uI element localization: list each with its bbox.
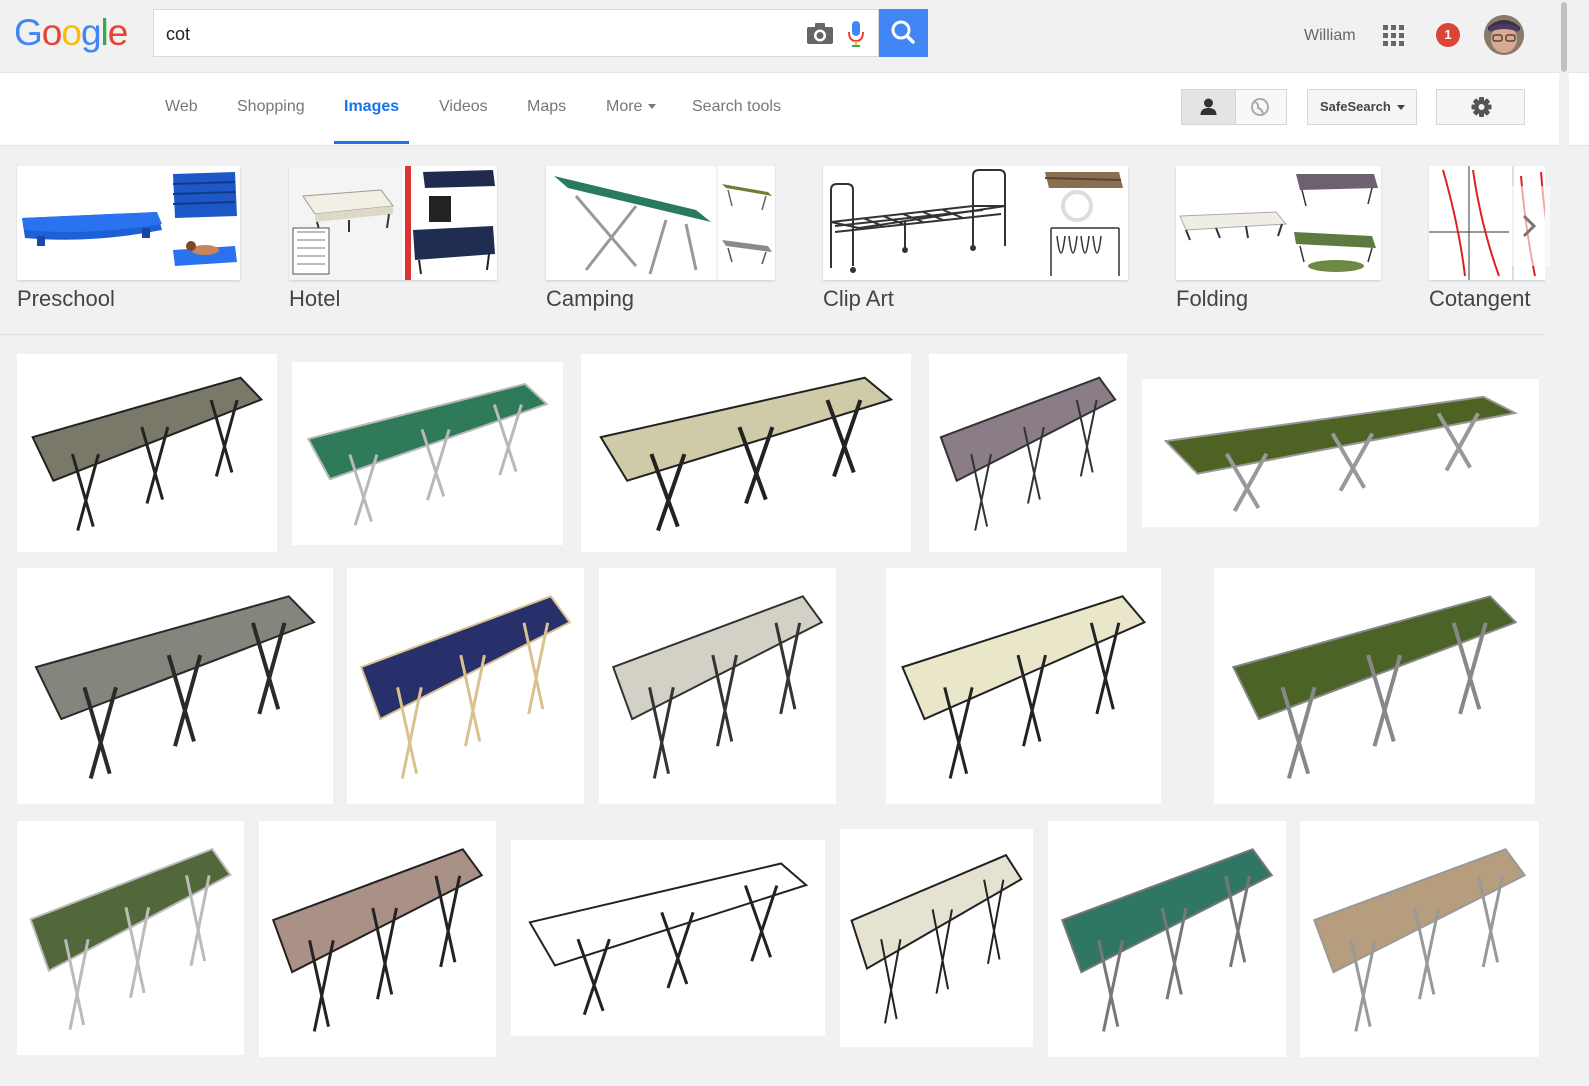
- global-results-button[interactable]: [1235, 90, 1286, 124]
- tab-web[interactable]: Web: [165, 98, 198, 116]
- top-bar: Google William 1: [0, 0, 1589, 73]
- dropdown-caret-icon: [1396, 105, 1405, 111]
- related-search-folding[interactable]: Folding: [1176, 166, 1381, 326]
- microphone-icon[interactable]: [846, 20, 866, 48]
- tab-videos[interactable]: Videos: [439, 98, 488, 116]
- related-search-label: Preschool: [17, 286, 115, 311]
- personal-results-button[interactable]: [1182, 90, 1236, 124]
- camera-icon[interactable]: [806, 22, 834, 46]
- logo-letter: o: [61, 12, 82, 53]
- image-result-folding-cot-green[interactable]: [292, 362, 563, 545]
- cot-image: [886, 568, 1161, 804]
- logo-letter: o: [41, 12, 63, 53]
- logo-letter: g: [80, 12, 102, 53]
- logo-letter: G: [14, 12, 43, 53]
- tab-maps[interactable]: Maps: [527, 98, 566, 116]
- safesearch-dropdown[interactable]: SafeSearch: [1307, 89, 1417, 125]
- active-tab-indicator: [334, 141, 409, 144]
- scrollbar-track[interactable]: [1559, 0, 1569, 1086]
- tab-shopping[interactable]: Shopping: [237, 98, 305, 116]
- related-searches: Preschool Hotel Camping Clip Art Folding…: [0, 146, 1545, 335]
- related-thumbnails: [823, 166, 1128, 280]
- related-search-hotel[interactable]: Hotel: [289, 166, 497, 326]
- globe-icon: [1251, 98, 1269, 116]
- cot-image: [581, 354, 911, 552]
- google-logo[interactable]: Google: [14, 12, 129, 54]
- related-thumbnails: [1176, 166, 1381, 280]
- related-search-preschool[interactable]: Preschool: [17, 166, 240, 326]
- related-next-button[interactable]: [1510, 186, 1550, 266]
- apps-grid-icon[interactable]: [1383, 25, 1405, 47]
- image-result-folding-cot-olive[interactable]: [1142, 379, 1539, 527]
- safesearch-label: SafeSearch: [1320, 99, 1391, 114]
- thumbnail-image: [1176, 166, 1381, 280]
- image-result-folding-cot-green-2[interactable]: [17, 821, 244, 1055]
- cot-image: [17, 354, 277, 552]
- cot-image: [1142, 379, 1539, 527]
- thumbnail-image: [546, 166, 775, 280]
- avatar-image: [1484, 15, 1524, 55]
- related-search-label: Folding: [1176, 286, 1249, 311]
- image-result-folding-cot-plaid[interactable]: [929, 354, 1127, 552]
- search-icon: [891, 20, 915, 44]
- tab-search-tools[interactable]: Search tools: [692, 98, 781, 116]
- person-icon: [1200, 98, 1217, 115]
- tab-more-label: More: [606, 98, 643, 115]
- cot-image: [1300, 821, 1539, 1057]
- image-result-folding-cot-grey-2[interactable]: [17, 568, 333, 804]
- cot-image: [599, 568, 836, 804]
- scrollbar-thumb[interactable]: [1561, 2, 1567, 72]
- image-result-air-mattress-cot[interactable]: [840, 829, 1033, 1047]
- notification-badge[interactable]: 1: [1436, 23, 1460, 47]
- image-result-folding-cot-taupe[interactable]: [259, 821, 496, 1057]
- cot-image: [929, 354, 1127, 552]
- gear-icon: [1471, 97, 1492, 117]
- cot-image: [259, 821, 496, 1057]
- logo-letter: l: [100, 12, 109, 53]
- settings-button[interactable]: [1436, 89, 1525, 125]
- image-result-folding-cot-tan[interactable]: [1300, 821, 1539, 1057]
- tab-images[interactable]: Images: [344, 98, 399, 116]
- image-result-lounger-cot-teal[interactable]: [1048, 821, 1286, 1057]
- chevron-right-icon: [1522, 214, 1537, 238]
- image-result-bed-frame-clipart[interactable]: [511, 840, 825, 1036]
- related-search-label: Camping: [546, 286, 635, 311]
- related-search-clip-art[interactable]: Clip Art: [823, 166, 1128, 326]
- thumbnail-image: [823, 166, 1128, 280]
- cot-image: [1214, 568, 1535, 804]
- search-nav-bar: Web Shopping Images Videos Maps More Sea…: [0, 73, 1589, 146]
- search-box: [153, 9, 879, 57]
- cot-image: [17, 568, 333, 804]
- cot-image: [1048, 821, 1286, 1057]
- search-input[interactable]: [164, 20, 788, 48]
- cot-image: [347, 568, 584, 804]
- related-search-label: Hotel: [289, 286, 341, 311]
- tab-more[interactable]: More: [606, 98, 657, 116]
- image-result-folding-cot-beige[interactable]: [581, 354, 911, 552]
- avatar[interactable]: [1484, 15, 1524, 55]
- logo-letter: e: [107, 12, 129, 53]
- image-result-folding-cot-mattress[interactable]: [599, 568, 836, 804]
- image-result-folding-cot-grey[interactable]: [17, 354, 277, 552]
- related-thumbnails: [17, 166, 240, 280]
- personal-results-toggle: [1181, 89, 1287, 125]
- thumbnail-image: [289, 166, 497, 280]
- cot-image: [840, 829, 1033, 1047]
- image-result-folding-bed-striped[interactable]: [886, 568, 1161, 804]
- user-name[interactable]: William: [1304, 27, 1356, 45]
- related-search-label: Clip Art: [823, 286, 894, 311]
- thumbnail-image: [17, 166, 240, 280]
- related-search-label: Cotangent: [1429, 286, 1531, 311]
- related-thumbnails: [289, 166, 497, 280]
- related-thumbnails: [546, 166, 775, 280]
- image-result-folding-cot-olive-2[interactable]: [1214, 568, 1535, 804]
- search-button[interactable]: [879, 9, 928, 57]
- image-result-folding-cot-navy[interactable]: [347, 568, 584, 804]
- cot-image: [17, 821, 244, 1055]
- cot-image: [511, 840, 825, 1036]
- cot-image: [292, 362, 563, 545]
- dropdown-caret-icon: [648, 104, 657, 110]
- related-search-camping[interactable]: Camping: [546, 166, 775, 326]
